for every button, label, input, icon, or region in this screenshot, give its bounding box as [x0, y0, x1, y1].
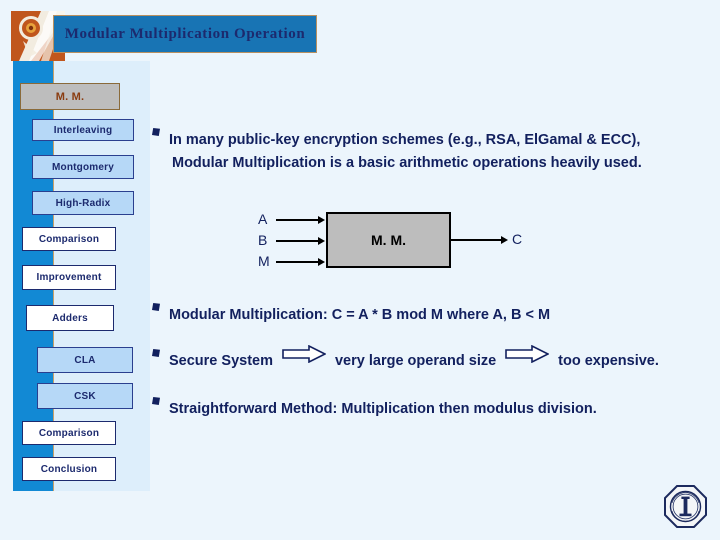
slide-title-banner: Modular Multiplication Operation — [53, 15, 317, 53]
bullet-1-line-2: Modular Multiplication is a basic arithm… — [172, 155, 642, 171]
wire-a-arrowhead — [318, 215, 325, 224]
sidebar-item-comparison[interactable]: Comparison — [22, 227, 116, 251]
sidebar-item-montgomery[interactable]: Montgomery — [32, 155, 134, 179]
wire-c-arrowhead — [501, 235, 508, 244]
diagram-input-b: B — [258, 232, 268, 248]
implies-arrow-icon-1 — [282, 344, 327, 368]
mm-block-label: M. M. — [371, 232, 406, 248]
sidebar-item-label: Montgomery — [52, 161, 114, 173]
bullet-2-text: Modular Multiplication: C = A * B mod M … — [169, 307, 551, 323]
bullet-4-text: Straightforward Method: Multiplication t… — [169, 401, 597, 417]
sidebar-item-interleaving[interactable]: Interleaving — [32, 119, 134, 141]
bullet-item-3: Secure System very large operand size to… — [152, 344, 659, 377]
bullet-marker-icon — [152, 128, 160, 136]
wire-m — [276, 261, 318, 263]
sidebar-item-label: CSK — [74, 390, 96, 402]
sidebar-item-label: Conclusion — [40, 463, 98, 475]
sidebar-item-adders[interactable]: Adders — [26, 305, 114, 331]
wire-m-arrowhead — [318, 257, 325, 266]
sidebar-item-improvement[interactable]: Improvement — [22, 265, 116, 290]
bullet-marker-icon — [152, 397, 160, 405]
diagram-input-m: M — [258, 253, 270, 269]
diagram-input-a: A — [258, 211, 268, 227]
sidebar-item-label: Comparison — [38, 427, 100, 439]
sidebar-item-label: Adders — [52, 312, 88, 324]
bullet-marker-icon — [152, 349, 160, 357]
sidebar-item-m-m[interactable]: M. M. — [20, 83, 120, 110]
mm-block: M. M. — [326, 212, 451, 268]
bullet-3-part-2: very large operand size — [334, 353, 497, 369]
block-diagram: A B M M. M. C — [250, 206, 540, 278]
university-seal-icon — [664, 485, 707, 528]
wire-b-arrowhead — [318, 236, 325, 245]
diagram-output-c: C — [512, 231, 523, 247]
university-seal — [663, 484, 708, 529]
sidebar-item-csk[interactable]: CSK — [37, 383, 133, 409]
implies-arrow-icon-2 — [505, 344, 550, 368]
sidebar-item-label: CLA — [74, 354, 96, 366]
sidebar-item-label: Interleaving — [53, 124, 113, 136]
bullet-marker-icon — [152, 303, 160, 311]
bullet-1-line-1: In many public-key encryption schemes (e… — [169, 132, 641, 148]
sidebar-item-label: Comparison — [38, 233, 100, 245]
sidebar-item-label: Improvement — [36, 272, 102, 283]
bullet-3-part-1: Secure System — [169, 353, 273, 369]
page-title: Modular Multiplication Operation — [64, 25, 306, 42]
sidebar-item-label: High-Radix — [55, 197, 111, 209]
wire-b — [276, 240, 318, 242]
sidebar-item-high-radix[interactable]: High-Radix — [32, 191, 134, 215]
bullet-item-2: Modular Multiplication: C = A * B mod M … — [152, 299, 550, 331]
wire-a — [276, 219, 318, 221]
sidebar-item-label: M. M. — [55, 90, 85, 103]
wire-c — [451, 239, 501, 241]
bullet-item-4: Straightforward Method: Multiplication t… — [152, 393, 597, 425]
bullet-3-part-3: too expensive. — [558, 353, 659, 369]
sidebar-item-comparison[interactable]: Comparison — [22, 421, 116, 445]
bullet-item-1: In many public-key encryption schemes (e… — [152, 124, 640, 156]
sidebar-item-cla[interactable]: CLA — [37, 347, 133, 373]
sidebar-item-conclusion[interactable]: Conclusion — [22, 457, 116, 481]
